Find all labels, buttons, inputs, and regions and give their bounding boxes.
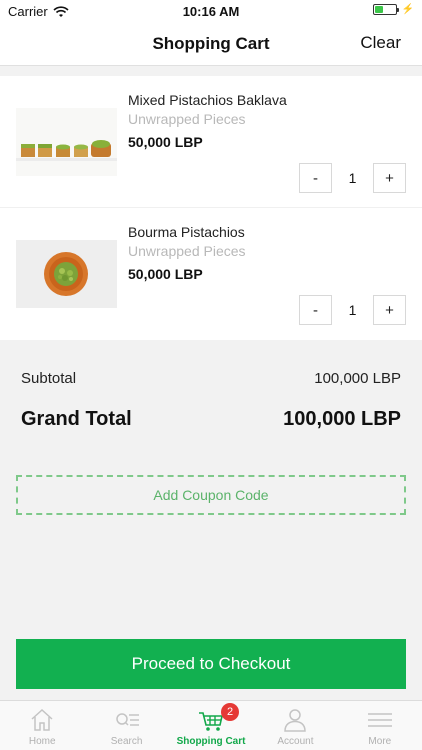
quantity-stepper: - 1 + (299, 295, 406, 325)
tab-shopping-cart[interactable]: 2 Shopping Cart (169, 701, 253, 750)
tab-home[interactable]: Home (0, 701, 84, 750)
navigation-bar: Shopping Cart Clear (0, 22, 422, 66)
tab-label: Account (277, 736, 314, 747)
home-icon (31, 708, 53, 731)
status-bar: Carrier 10:16 AM ⚡ (0, 0, 422, 22)
product-image[interactable] (16, 108, 117, 176)
decrement-button[interactable]: - (299, 163, 332, 193)
product-variant: Unwrapped Pieces (128, 243, 246, 259)
cart-item: Bourma Pistachios Unwrapped Pieces 50,00… (0, 208, 422, 340)
battery-icon (372, 4, 399, 15)
increment-button[interactable]: + (373, 163, 406, 193)
checkout-button[interactable]: Proceed to Checkout (16, 639, 406, 689)
page-title: Shopping Cart (152, 34, 270, 53)
product-price: 50,000 LBP (128, 134, 203, 150)
product-variant: Unwrapped Pieces (128, 111, 246, 127)
grand-total-value: 100,000 LBP (283, 408, 401, 430)
product-image[interactable] (16, 240, 117, 308)
quantity-stepper: - 1 + (299, 163, 406, 193)
tab-label: Search (110, 736, 143, 747)
cart-count-badge: 2 (221, 703, 240, 721)
product-name[interactable]: Bourma Pistachios (128, 224, 245, 240)
cart-item: Mixed Pistachios Baklava Unwrapped Piece… (0, 76, 422, 208)
tab-search[interactable]: Search (84, 701, 168, 750)
tab-label: Home (28, 736, 56, 747)
clear-button[interactable]: Clear (360, 33, 401, 53)
tab-label: Shopping Cart (176, 736, 246, 747)
product-price: 50,000 LBP (128, 266, 203, 282)
quantity-value: 1 (348, 302, 357, 318)
subtotal-label: Subtotal (21, 370, 77, 387)
increment-button[interactable]: + (373, 295, 406, 325)
menu-icon (367, 713, 392, 727)
tab-account[interactable]: Account (253, 701, 337, 750)
quantity-value: 1 (348, 170, 357, 186)
product-name[interactable]: Mixed Pistachios Baklava (128, 92, 287, 108)
cart-list: Mixed Pistachios Baklava Unwrapped Piece… (0, 76, 422, 340)
status-right: ⚡ (372, 4, 414, 15)
status-time: 10:16 AM (182, 4, 240, 19)
tab-bar: Home Search 2 Shopping Cart Account More (0, 700, 422, 750)
add-coupon-button[interactable]: Add Coupon Code (16, 475, 406, 515)
subtotal-value: 100,000 LBP (314, 370, 401, 387)
tab-label: More (368, 736, 392, 747)
search-icon (115, 713, 139, 726)
decrement-button[interactable]: - (299, 295, 332, 325)
account-icon (284, 709, 307, 732)
tab-more[interactable]: More (338, 701, 422, 750)
charging-icon: ⚡ (401, 4, 414, 15)
grand-total-label: Grand Total (21, 408, 132, 430)
